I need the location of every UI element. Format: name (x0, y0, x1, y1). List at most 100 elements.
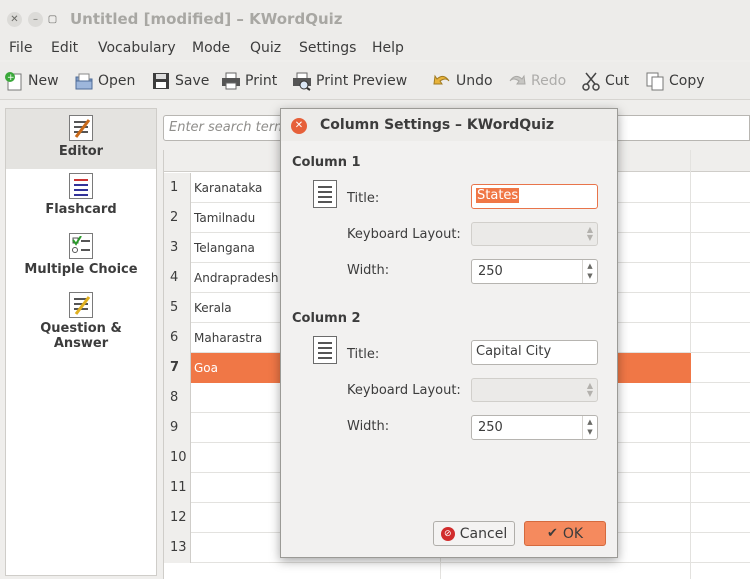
sidebar-item-multiple-choice[interactable]: Multiple Choice (6, 233, 156, 289)
menu-vocabulary[interactable]: Vocabulary (98, 40, 176, 56)
copy-button[interactable]: Copy (645, 68, 705, 94)
sidebar-item-question-answer[interactable]: Question & Answer (6, 292, 156, 364)
column2-width-value: 250 (478, 420, 503, 435)
row-number[interactable]: 3 (164, 233, 191, 263)
menu-edit[interactable]: Edit (51, 40, 78, 56)
ok-button[interactable]: ✔ OK (524, 521, 606, 546)
open-button[interactable]: Open (74, 68, 135, 94)
multiple-choice-icon (69, 233, 93, 259)
cancel-icon: ⊘ (440, 526, 455, 541)
search-input-extent[interactable] (610, 115, 750, 141)
cancel-button[interactable]: ⊘ Cancel (433, 521, 515, 546)
redo-button[interactable]: Redo (507, 68, 566, 94)
maximize-window-icon[interactable]: ▢ (45, 12, 60, 27)
copy-icon (645, 71, 665, 91)
column2-width-spinbox[interactable]: 250 ▲ ▼ (471, 415, 598, 440)
close-window-icon[interactable]: ✕ (7, 12, 22, 27)
dropdown-arrow-icon: ▲ ▼ (586, 225, 593, 242)
row-number[interactable]: 4 (164, 263, 191, 293)
menu-file[interactable]: File (9, 40, 32, 56)
save-disk-icon (151, 71, 171, 91)
column2-title-field[interactable]: Capital City (471, 340, 598, 365)
redo-label: Redo (531, 73, 567, 89)
toolbar: + New Open Save Print Print Preview Undo (0, 62, 750, 100)
sidebar-label-answer: Answer (53, 336, 109, 351)
table-cell-column1[interactable]: Tamilnadu (194, 203, 255, 233)
new-label: New (28, 73, 59, 89)
menu-mode[interactable]: Mode (192, 40, 230, 56)
table-cell-column1[interactable]: Andrapradesh (194, 263, 278, 293)
minimize-window-icon[interactable]: – (28, 12, 43, 27)
dialog-close-icon[interactable]: ✕ (291, 118, 307, 134)
search-input[interactable]: Enter search term (163, 115, 288, 141)
column1-keyboard-label: Keyboard Layout: (347, 227, 461, 242)
open-label: Open (98, 73, 136, 89)
column1-width-label: Width: (347, 263, 390, 278)
column1-title-value: States (476, 188, 520, 203)
copy-label: Copy (669, 73, 705, 89)
print-preview-button[interactable]: Print Preview (292, 68, 407, 94)
row-number[interactable]: 6 (164, 323, 191, 353)
cut-button[interactable]: Cut (581, 68, 629, 94)
ok-label: OK (562, 525, 584, 542)
new-document-icon: + (4, 71, 24, 91)
print-label: Print (245, 73, 278, 89)
row-number[interactable]: 9 (164, 413, 191, 443)
row-number[interactable]: 1 (164, 173, 191, 203)
cancel-label: Cancel (459, 525, 508, 542)
column1-title-label: Title: (347, 191, 380, 206)
row-number[interactable]: 11 (164, 473, 191, 503)
row-number[interactable]: 10 (164, 443, 191, 473)
column1-title-field[interactable]: States (471, 184, 598, 209)
column2-title-label: Title: (347, 347, 380, 362)
printer-icon (221, 71, 241, 91)
table-cell-column1[interactable]: Kerala (194, 293, 232, 323)
menu-settings[interactable]: Settings (299, 40, 356, 56)
column1-header: Column 1 (292, 155, 361, 170)
sidebar-label-flashcard: Flashcard (45, 202, 117, 217)
table-cell-column1[interactable]: Goa (194, 353, 218, 383)
sidebar-item-flashcard[interactable]: Flashcard (6, 173, 156, 229)
row-number[interactable]: 2 (164, 203, 191, 233)
spin-arrows-icon[interactable]: ▲ ▼ (582, 416, 597, 439)
row-number[interactable]: 8 (164, 383, 191, 413)
column1-width-value: 250 (478, 264, 503, 279)
column1-width-spinbox[interactable]: 250 ▲ ▼ (471, 259, 598, 284)
dialog-title: Column Settings – KWordQuiz (320, 117, 555, 133)
column2-width-label: Width: (347, 419, 390, 434)
column1-keyboard-select[interactable]: ▲ ▼ (471, 222, 598, 246)
column1-document-icon (313, 180, 337, 208)
svg-text:+: + (7, 73, 15, 83)
menu-quiz[interactable]: Quiz (250, 40, 281, 56)
menu-bar: File Edit Vocabulary Mode Quiz Settings … (0, 38, 750, 60)
sidebar-label-editor: Editor (58, 144, 104, 159)
menu-help[interactable]: Help (372, 40, 404, 56)
row-number[interactable]: 12 (164, 503, 191, 533)
editor-icon (69, 115, 93, 141)
redo-arrow-icon (507, 71, 527, 91)
spin-arrows-icon[interactable]: ▲ ▼ (582, 260, 597, 283)
undo-arrow-icon (432, 71, 452, 91)
undo-button[interactable]: Undo (432, 68, 493, 94)
print-preview-label: Print Preview (316, 73, 408, 89)
table-cell-column1[interactable]: Maharastra (194, 323, 262, 353)
sidebar-label-question: Question & (40, 321, 122, 336)
undo-label: Undo (456, 73, 493, 89)
row-number[interactable]: 5 (164, 293, 191, 323)
save-label: Save (175, 73, 210, 89)
new-button[interactable]: + New (4, 68, 59, 94)
print-preview-icon (292, 71, 312, 91)
sidebar-item-editor[interactable]: Editor (6, 109, 156, 169)
table-cell-column1[interactable]: Karanataka (194, 173, 262, 203)
window-title: Untitled [modified] – KWordQuiz (70, 10, 343, 28)
row-number[interactable]: 13 (164, 533, 191, 563)
print-button[interactable]: Print (221, 68, 277, 94)
column-settings-dialog: ✕ Column Settings – KWordQuiz Column 1 T… (280, 108, 618, 558)
table-cell-column1[interactable]: Telangana (194, 233, 255, 263)
question-answer-icon (69, 292, 93, 318)
row-number[interactable]: 7 (164, 353, 191, 383)
column2-keyboard-select[interactable]: ▲ ▼ (471, 378, 598, 402)
column2-header: Column 2 (292, 311, 361, 326)
save-button[interactable]: Save (151, 68, 209, 94)
sidebar-label-multiple-choice: Multiple Choice (24, 262, 138, 277)
